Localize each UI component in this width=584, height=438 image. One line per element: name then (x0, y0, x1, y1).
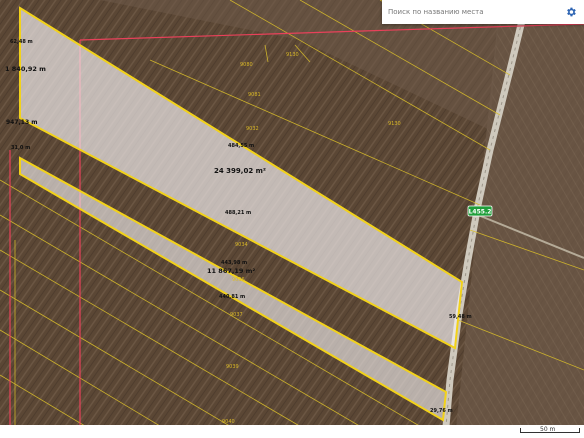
parcel-number: 9080 (240, 62, 253, 68)
measurement-label: 440,81 m (219, 294, 245, 300)
parcel-number: 9130 (388, 121, 401, 127)
map-canvas[interactable]: 9130 9080 9081 9032 9130 9034 9036 9037 … (0, 0, 584, 438)
parcel-number: 9130 (286, 52, 299, 58)
measurement-label: 484,55 m (228, 143, 254, 149)
parcel-number: 9081 (248, 92, 261, 98)
measurement-label: 29,76 m (430, 408, 453, 414)
measurement-label: 62,48 m (10, 39, 33, 45)
search-input[interactable] (384, 2, 562, 22)
area-label-lower: 11 867,19 m² (207, 267, 255, 275)
parcel-number: 9034 (235, 242, 248, 248)
parcel-number: 9032 (246, 126, 259, 132)
measurement-label: 443,98 m (221, 260, 247, 266)
road-label-text: L455.2 (469, 209, 492, 216)
measurement-label: 31,0 m (11, 145, 30, 151)
parcel-number: 9036 (232, 277, 245, 283)
measurement-label: 59,48 m (449, 314, 472, 320)
area-label-upper: 24 399,02 m² (214, 167, 266, 175)
measurement-label: 1 840,92 m (5, 65, 46, 73)
road-label: L455.2 (467, 205, 493, 217)
parcel-number: 9039 (226, 364, 239, 370)
gear-icon[interactable] (562, 3, 580, 21)
scale-label: 50 m (540, 426, 556, 433)
parcel-number: 9037 (230, 312, 243, 318)
measurement-label: 947,13 m (6, 119, 38, 126)
search-bar (382, 0, 584, 24)
measurement-label: 488,21 m (225, 210, 251, 216)
scale-bar: 50 m (0, 425, 584, 438)
